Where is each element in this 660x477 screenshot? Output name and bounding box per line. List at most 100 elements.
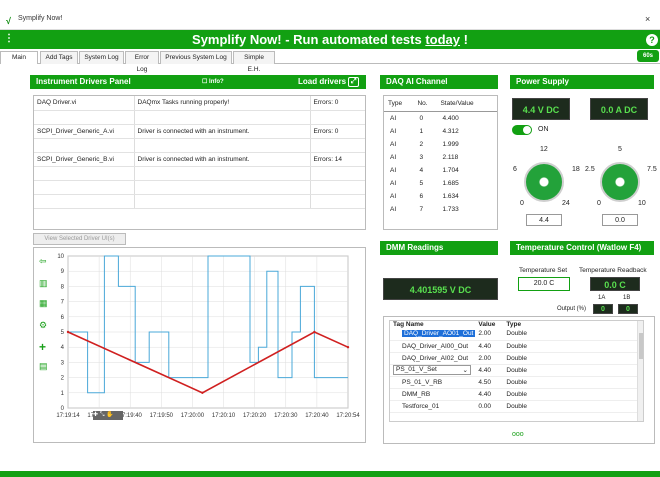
- knob1-tick: 18: [572, 166, 580, 173]
- banner-title: Symplify Now! - Run automated tests toda…: [192, 32, 468, 47]
- pager-dots[interactable]: ooo: [512, 431, 524, 438]
- grid-icon[interactable]: ▦: [39, 298, 48, 309]
- table-row[interactable]: DMM_RB 4.40 Double: [390, 388, 643, 401]
- y-tick-label: 9: [61, 269, 65, 275]
- load-drivers-button[interactable]: Load drivers ⤢: [298, 75, 360, 89]
- y-tick-label: 1: [61, 391, 65, 397]
- table-row[interactable]: PS_01_V_Set ⌄ 4.40 Double: [390, 364, 643, 377]
- y-tick-label: 0: [61, 406, 65, 412]
- window-title: Symplify Now!: [18, 15, 63, 22]
- table-row[interactable]: Testforce_01 0.00 Double: [390, 400, 643, 413]
- drivers-table: DAQ Driver.vi DAQmx Tasks running properl…: [33, 95, 366, 230]
- table-row: AI 6 1.634: [390, 192, 459, 200]
- table-row: AI 2 1.999: [390, 140, 459, 148]
- series-point: [201, 391, 204, 394]
- table-row[interactable]: SCPI_Driver_Generic_B.vi Driver is connec…: [34, 152, 365, 167]
- driver-name: DAQ Driver.vi: [34, 96, 135, 111]
- knob2-tick: 7.5: [647, 166, 657, 173]
- x-tick-label: 17:20:10: [212, 413, 236, 419]
- tags-panel: Tag Name Value Type DAQ_Driver_AO01_Out 2.0…: [383, 316, 655, 444]
- col-type: Type: [506, 321, 522, 328]
- y-tick-label: 5: [61, 330, 65, 336]
- export-icon[interactable]: ▤: [39, 361, 48, 372]
- knob2-tick: 10: [638, 200, 646, 207]
- series-point: [346, 346, 350, 349]
- col-value: Value: [478, 321, 496, 328]
- line-chart[interactable]: 01234567891017:19:1417:19:3017:19:4017:1…: [50, 250, 362, 430]
- y-tick-label: 8: [61, 284, 65, 290]
- expand-icon: ⤢: [348, 76, 360, 87]
- current-knob[interactable]: [600, 162, 640, 202]
- voltage-knob[interactable]: [524, 162, 564, 202]
- temp-panel-header: Temperature Control (Watlow F4): [510, 241, 654, 255]
- y-tick-label: 6: [61, 315, 65, 321]
- output-1b-label: 1B: [623, 295, 631, 301]
- col-type: Type: [384, 96, 414, 112]
- chevron-down-icon: ⌄: [462, 367, 468, 374]
- table-row[interactable]: DAQ_Driver_AI02_Out 2.00 Double: [390, 352, 643, 365]
- tags-scrollbar[interactable]: [637, 321, 643, 421]
- table-row[interactable]: PS_01_V_RB 4.50 Double: [390, 376, 643, 389]
- refresh-interval-badge[interactable]: 60s: [637, 50, 659, 62]
- tab-bar: Main Add Tags System Log Error Log Previ…: [0, 50, 660, 73]
- x-tick-label: 17:20:00: [181, 413, 205, 419]
- window-titlebar: √ Symplify Now! ×: [0, 0, 660, 30]
- tab-error-log[interactable]: Error Log: [125, 51, 159, 73]
- table-row: AI 4 1.704: [390, 166, 459, 174]
- output-label: Output (%): [557, 306, 587, 312]
- driver-status: Driver is connected with an instrument.: [134, 124, 311, 139]
- table-row: AI 7 1.733: [390, 205, 459, 213]
- tags-table: Tag Name Value Type DAQ_Driver_AO01_Out 2.0…: [389, 320, 644, 422]
- driver-name: SCPI_Driver_Generic_A.vi: [34, 124, 135, 139]
- chart-type-icon[interactable]: ▥: [39, 278, 48, 289]
- temp-set-field[interactable]: 20.0 C: [518, 277, 570, 291]
- view-driver-ui-button[interactable]: View Selected Driver UI(s): [33, 233, 126, 245]
- current-display: 0.0 A DC: [590, 98, 648, 120]
- info-checkbox[interactable]: ☐ Info?: [202, 75, 224, 89]
- table-row: AI 3 2.118: [390, 153, 459, 161]
- driver-errors: Errors: 0: [310, 96, 365, 111]
- power-toggle[interactable]: [512, 125, 532, 135]
- tag-select[interactable]: PS_01_V_Set ⌄: [393, 365, 471, 375]
- x-tick-label: 17:20:20: [243, 413, 267, 419]
- tab-previous-system-log[interactable]: Previous System Log: [160, 51, 232, 64]
- voltage-set-field[interactable]: 4.4: [526, 214, 562, 226]
- daq-table: Type No. State/Value AI 0 4.400 AI 1 4.312 AI 2…: [383, 95, 498, 230]
- table-row: AI 5 1.685: [390, 179, 459, 187]
- app-banner: ⋮ Symplify Now! - Run automated tests to…: [0, 30, 660, 49]
- settings-gear-icon[interactable]: ⚙: [39, 320, 47, 331]
- close-icon[interactable]: ×: [645, 14, 650, 24]
- tab-add-tags[interactable]: Add Tags: [40, 51, 78, 64]
- tab-main[interactable]: Main: [0, 51, 38, 64]
- output-1b-display: 0: [618, 304, 638, 314]
- knob1-tick: 0: [520, 200, 524, 207]
- x-tick-label: 17:19:50: [150, 413, 174, 419]
- back-arrow-icon[interactable]: ⇦: [39, 256, 47, 267]
- y-tick-label: 2: [61, 376, 65, 382]
- current-set-field[interactable]: 0.0: [602, 214, 638, 226]
- temp-readback-display: 0.0 C: [590, 277, 640, 291]
- help-icon[interactable]: ?: [646, 34, 658, 46]
- load-drivers-label: Load drivers: [298, 77, 347, 86]
- chart-toolbar[interactable]: ✚ ⤡ ✋: [93, 411, 123, 420]
- status-bar: [0, 471, 660, 477]
- x-tick-label: 17:19:14: [56, 413, 80, 419]
- table-row: AI 1 4.312: [390, 127, 459, 135]
- knob2-tick: 5: [618, 146, 622, 153]
- table-row[interactable]: SCPI_Driver_Generic_A.vi Driver is connec…: [34, 124, 365, 139]
- voltage-display: 4.4 V DC: [512, 98, 570, 120]
- table-row[interactable]: DAQ Driver.vi DAQmx Tasks running properl…: [34, 96, 365, 111]
- series-point: [66, 330, 70, 334]
- driver-errors: Errors: 0: [310, 124, 365, 139]
- zoom-icon[interactable]: ✚ ⤡ ✋: [93, 412, 114, 418]
- tab-simple-eh[interactable]: Simple E.H.: [233, 51, 275, 73]
- drivers-panel-title: Instrument Drivers Panel: [36, 77, 131, 86]
- table-row[interactable]: DAQ_Driver_AO01_Out 2.00 Double: [390, 328, 643, 341]
- table-row[interactable]: DAQ_Driver_AI00_Out 4.40 Double: [390, 340, 643, 353]
- tag-name: DAQ_Driver_AO01_Out: [402, 330, 476, 338]
- dmm-panel-header: DMM Readings: [380, 241, 498, 255]
- temp-readback-label: Temperature Readback: [579, 267, 647, 274]
- add-icon[interactable]: +: [39, 340, 46, 354]
- tab-system-log[interactable]: System Log: [79, 51, 124, 64]
- col-tag-name: Tag Name: [393, 321, 424, 328]
